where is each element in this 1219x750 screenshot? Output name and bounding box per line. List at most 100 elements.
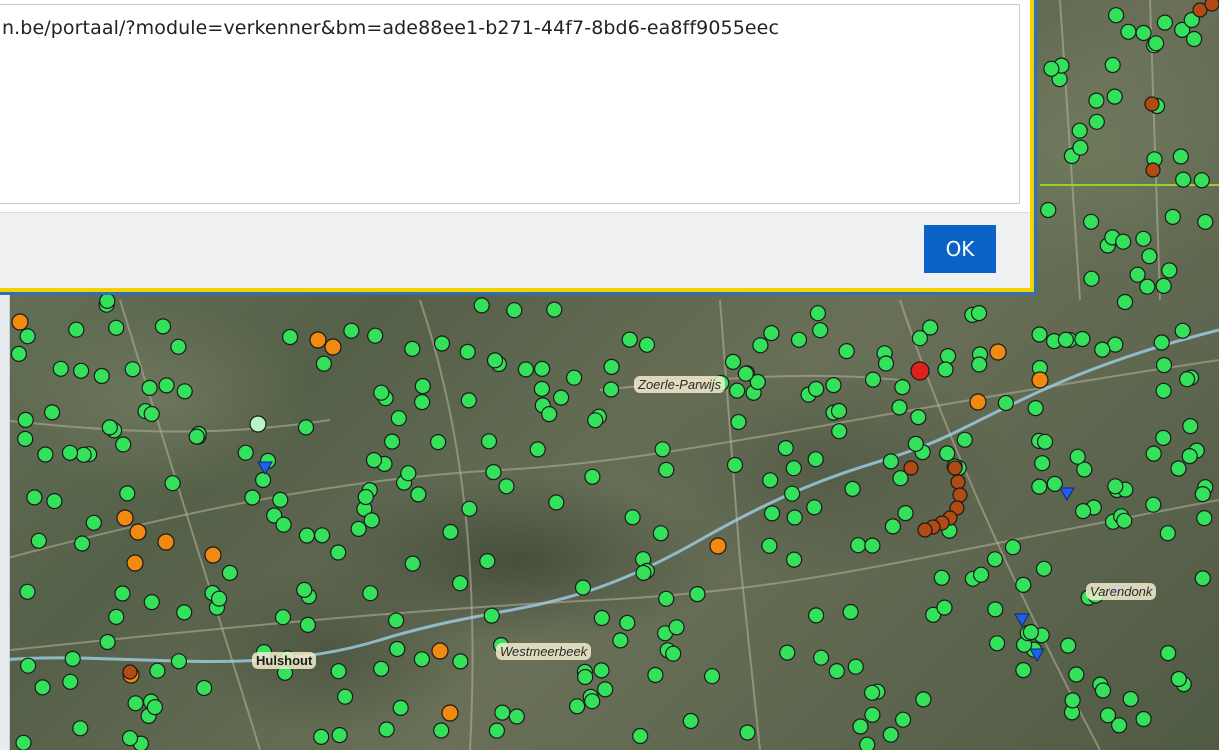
green-marker[interactable] [936,599,953,616]
brown-marker[interactable] [1145,162,1161,178]
green-marker[interactable] [1015,661,1032,679]
green-marker[interactable] [19,583,36,600]
green-marker[interactable] [1072,139,1089,156]
green-marker[interactable] [587,412,604,429]
green-marker[interactable] [1193,172,1210,189]
green-marker[interactable] [842,603,859,621]
green-marker[interactable] [807,451,824,468]
green-marker[interactable] [146,698,163,716]
green-marker[interactable] [652,525,669,542]
green-marker[interactable] [877,355,895,372]
green-marker[interactable] [1161,262,1178,279]
green-marker[interactable] [739,724,756,741]
green-marker[interactable] [221,564,238,582]
green-marker[interactable] [844,480,861,497]
green-marker[interactable] [1172,148,1189,165]
green-marker[interactable] [621,331,638,348]
brown-marker[interactable] [950,474,966,490]
green-marker[interactable] [389,640,406,658]
green-marker[interactable] [114,585,131,602]
green-marker[interactable] [483,607,500,624]
green-marker[interactable] [1094,682,1112,699]
green-marker[interactable] [1004,539,1022,556]
green-marker[interactable] [1155,277,1172,294]
green-marker[interactable] [864,706,881,723]
green-marker[interactable] [1145,496,1162,513]
green-marker[interactable] [1071,122,1088,139]
green-marker[interactable] [297,419,315,436]
green-marker[interactable] [970,305,988,322]
green-marker[interactable] [809,305,827,322]
green-marker[interactable] [410,486,427,503]
green-marker[interactable] [1031,478,1048,495]
url-textarea[interactable]: n.be/portaal/?module=verkenner&bm=ade88e… [0,4,1020,204]
green-marker[interactable] [17,430,34,447]
green-marker[interactable] [365,452,383,469]
green-marker[interactable] [1155,382,1172,399]
green-marker[interactable] [72,362,90,379]
ok-button[interactable]: OK [924,225,996,273]
green-marker[interactable] [414,394,431,411]
green-marker[interactable] [850,537,867,554]
green-marker[interactable] [831,423,848,440]
green-marker[interactable] [859,736,876,750]
green-marker[interactable] [101,419,118,436]
green-marker[interactable] [486,352,504,369]
green-marker[interactable] [682,712,699,730]
green-marker[interactable] [196,679,213,697]
green-marker[interactable] [141,379,158,396]
green-marker[interactable] [882,453,900,470]
green-marker[interactable] [593,662,610,679]
green-marker[interactable] [75,446,92,463]
green-marker[interactable] [62,673,79,690]
orange-marker[interactable] [11,313,29,331]
green-marker[interactable] [367,327,384,344]
green-marker[interactable] [19,328,36,345]
green-marker[interactable] [330,663,347,680]
green-marker[interactable] [668,619,685,636]
brown-marker[interactable] [952,487,968,503]
green-marker[interactable] [910,409,927,426]
green-marker[interactable] [154,318,172,335]
green-marker[interactable] [517,361,535,378]
green-marker[interactable] [724,353,742,370]
green-marker[interactable] [689,585,706,603]
green-marker[interactable] [1104,56,1121,74]
green-marker[interactable] [1147,35,1165,52]
green-marker[interactable] [762,472,779,489]
green-marker[interactable] [119,485,136,502]
green-marker[interactable] [498,478,515,495]
green-marker[interactable] [956,431,973,448]
orange-marker[interactable] [431,642,449,660]
green-marker[interactable] [1036,433,1054,450]
green-marker[interactable] [373,384,390,401]
green-marker[interactable] [10,345,27,362]
brown-marker[interactable] [1204,0,1219,12]
green-marker[interactable] [1194,570,1211,587]
green-marker[interactable] [785,460,802,477]
green-marker[interactable] [1031,326,1048,343]
green-marker[interactable] [752,337,769,354]
green-marker[interactable] [314,527,331,544]
green-marker[interactable] [593,609,611,627]
green-marker[interactable] [612,632,629,649]
green-marker[interactable] [149,662,166,679]
green-marker[interactable] [296,581,313,599]
green-marker[interactable] [779,644,796,661]
green-marker[interactable] [761,537,778,554]
green-marker[interactable] [164,475,181,492]
green-marker[interactable] [1135,24,1152,42]
green-marker[interactable] [939,445,956,462]
green-marker[interactable] [1197,213,1214,230]
green-marker[interactable] [884,518,902,535]
green-marker[interactable] [568,698,586,715]
green-marker[interactable] [350,520,367,538]
green-marker[interactable] [1141,248,1158,265]
green-marker[interactable] [460,392,477,409]
orange-marker[interactable] [204,546,222,564]
green-marker[interactable] [864,537,881,554]
green-marker[interactable] [1116,512,1133,529]
orange-marker[interactable] [157,533,175,551]
green-marker[interactable] [176,604,193,621]
green-marker[interactable] [1107,478,1124,495]
